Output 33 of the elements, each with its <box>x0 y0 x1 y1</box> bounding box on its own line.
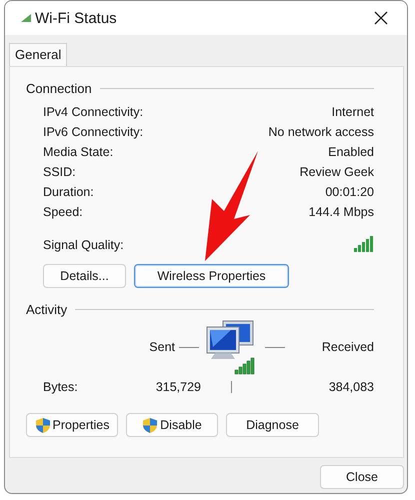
column-label: Received <box>322 340 374 354</box>
window-title: Wi-Fi Status <box>35 10 118 26</box>
tab[interactable]: General <box>9 43 68 66</box>
field-label: Duration: <box>43 185 94 199</box>
field-label: SSID: <box>43 165 76 179</box>
field-value: Enabled <box>328 145 374 159</box>
signal-icon <box>21 14 31 22</box>
properties-button[interactable]: Wireless Properties <box>134 264 289 288</box>
close-icon <box>374 11 388 25</box>
admin-button[interactable]: Disable <box>126 413 218 437</box>
field-label: Media State: <box>43 145 114 159</box>
column-label: Sent <box>149 340 176 354</box>
field-value: 00:01:20 <box>325 185 374 199</box>
shield-icon <box>34 416 50 434</box>
field-label: Signal Quality: <box>43 238 124 252</box>
section-heading: Connection <box>26 81 92 96</box>
action-button[interactable]: Diagnose <box>226 413 319 437</box>
field-label: IPv4 Connectivity: <box>43 105 144 119</box>
close-button[interactable]: Close <box>320 465 404 489</box>
field-label: IPv6 Connectivity: <box>43 125 144 139</box>
field-value: 315,729 <box>156 380 201 394</box>
field-value: No network access <box>268 125 374 139</box>
field-value: 384,083 <box>328 380 374 394</box>
signal-bars-icon <box>354 234 374 252</box>
field-value: Internet <box>332 105 374 119</box>
field-label: Bytes: <box>43 380 79 394</box>
section-heading: Activity <box>26 302 68 317</box>
admin-button[interactable]: Properties <box>26 413 118 437</box>
field-value: Review Geek <box>300 165 374 179</box>
details-button[interactable]: Details... <box>43 264 126 288</box>
field-label: Speed: <box>43 205 83 219</box>
shield-icon <box>142 416 158 434</box>
field-value: 144.4 Mbps <box>308 205 374 219</box>
